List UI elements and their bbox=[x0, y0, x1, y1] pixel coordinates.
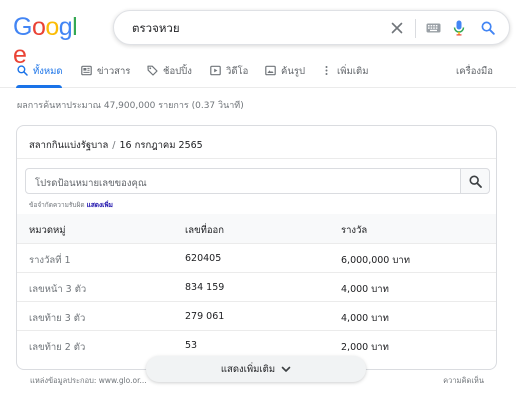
row-category: เลขท้าย 3 ตัว bbox=[29, 313, 86, 324]
row-prize: 6,000,000 บาท bbox=[341, 255, 410, 266]
row-number: 620405 bbox=[185, 253, 222, 264]
row-prize: 4,000 บาท bbox=[341, 313, 389, 324]
mic-icon[interactable] bbox=[447, 16, 471, 40]
tab-tools[interactable]: เครื่องมือ bbox=[456, 64, 493, 86]
table-header-row: หมวดหมู่ เลขที่ออก รางวัล bbox=[17, 214, 496, 243]
result-stats: ผลการค้นหาประมาณ 47,900,000 รายการ (0.37… bbox=[17, 101, 244, 111]
row-number: 279 061 bbox=[185, 311, 225, 322]
logo-letter-g: G bbox=[13, 13, 32, 41]
disclaimer-show-more-link[interactable]: แสดงเพิ่ม bbox=[87, 201, 113, 209]
search-tabs: ทั้งหมด ข่าวสาร ช้อปปิ้ง วิดีโอ ค้นรูป เ… bbox=[0, 56, 516, 88]
tab-videos[interactable]: วิดีโอ bbox=[209, 64, 248, 86]
lottery-search-button[interactable] bbox=[460, 168, 490, 194]
tab-news[interactable]: ข่าวสาร bbox=[80, 64, 130, 86]
tab-videos-label: วิดีโอ bbox=[226, 66, 249, 77]
table-row: เลขท้าย 2 ตัว 53 2,000 บาท bbox=[17, 330, 496, 359]
row-number: 834 159 bbox=[185, 282, 225, 293]
lottery-card: สลากกินแบ่งรัฐบาล /16 กรกฎาคม 2565 โปรดป้… bbox=[16, 125, 497, 370]
source-link[interactable]: แหล่งข้อมูลประกอบ: www.glo.or... bbox=[30, 375, 147, 387]
logo-letter-o1: o bbox=[31, 13, 46, 41]
logo-letter-o2: o bbox=[45, 13, 59, 41]
lottery-title[interactable]: สลากกินแบ่งรัฐบาล bbox=[29, 140, 108, 151]
column-header-prize: รางวัล bbox=[341, 225, 368, 236]
show-more-label: แสดงเพิ่มเติม bbox=[220, 363, 276, 375]
tab-all-label: ทั้งหมด bbox=[33, 66, 63, 77]
more-vert-icon bbox=[320, 64, 332, 76]
logo-letter-g2: g bbox=[58, 13, 73, 41]
tab-shopping-label: ช้อปปิ้ง bbox=[163, 66, 192, 77]
tab-tools-label: เครื่องมือ bbox=[456, 66, 494, 77]
search-icon bbox=[16, 64, 28, 76]
feedback-link[interactable]: ความคิดเห็น bbox=[443, 375, 484, 387]
header-separator: / bbox=[112, 140, 116, 151]
search-icon bbox=[468, 174, 482, 188]
image-icon bbox=[264, 64, 276, 76]
search-icon[interactable] bbox=[476, 16, 500, 40]
row-number: 53 bbox=[185, 340, 198, 351]
google-logo[interactable]: Google bbox=[13, 13, 83, 69]
row-category: เลขท้าย 2 ตัว bbox=[29, 342, 86, 353]
lottery-header: สลากกินแบ่งรัฐบาล /16 กรกฎาคม 2565 bbox=[29, 138, 203, 153]
show-more-button[interactable]: แสดงเพิ่มเติม bbox=[146, 356, 366, 382]
tab-news-label: ข่าวสาร bbox=[97, 66, 131, 77]
active-tab-indicator bbox=[16, 85, 62, 88]
tab-more-label: เพิ่มเติม bbox=[337, 66, 369, 77]
chevron-down-icon bbox=[281, 366, 291, 373]
keyboard-icon[interactable] bbox=[421, 16, 445, 40]
column-header-category: หมวดหมู่ bbox=[29, 225, 66, 236]
table-row: เลขท้าย 3 ตัว 279 061 4,000 บาท bbox=[17, 301, 496, 330]
close-icon[interactable] bbox=[385, 16, 409, 40]
column-header-number: เลขที่ออก bbox=[185, 225, 224, 236]
disclaimer-text: ข้อจำกัดความรับผิด bbox=[29, 201, 85, 209]
logo-letter-l: l bbox=[72, 13, 78, 41]
row-category: รางวัลที่ 1 bbox=[29, 255, 71, 266]
row-category: เลขหน้า 3 ตัว bbox=[29, 284, 87, 295]
lottery-number-input[interactable]: โปรดป้อนหมายเลขของคุณ bbox=[25, 168, 461, 194]
tab-more[interactable]: เพิ่มเติม bbox=[320, 64, 368, 86]
tab-images[interactable]: ค้นรูป bbox=[264, 64, 305, 86]
table-row: เลขหน้า 3 ตัว 834 159 4,000 บาท bbox=[17, 272, 496, 301]
play-icon bbox=[209, 64, 221, 76]
tab-images-label: ค้นรูป bbox=[281, 66, 305, 77]
table-row: รางวัลที่ 1 620405 6,000,000 บาท bbox=[17, 243, 496, 272]
search-divider bbox=[415, 19, 416, 38]
tab-shopping[interactable]: ช้อปปิ้ง bbox=[146, 64, 192, 86]
results-table: หมวดหมู่ เลขที่ออก รางวัล รางวัลที่ 1 62… bbox=[17, 214, 496, 359]
row-prize: 4,000 บาท bbox=[341, 284, 389, 295]
tab-all[interactable]: ทั้งหมด bbox=[16, 64, 63, 86]
lottery-date[interactable]: 16 กรกฎาคม 2565 bbox=[119, 140, 202, 151]
tag-icon bbox=[146, 64, 158, 76]
row-prize: 2,000 บาท bbox=[341, 342, 389, 353]
disclaimer: ข้อจำกัดความรับผิด แสดงเพิ่ม bbox=[29, 200, 113, 210]
search-input[interactable]: ตรวจหวย bbox=[132, 20, 180, 38]
search-box[interactable]: ตรวจหวย bbox=[113, 10, 510, 45]
news-icon bbox=[80, 64, 92, 76]
divider bbox=[17, 158, 496, 159]
